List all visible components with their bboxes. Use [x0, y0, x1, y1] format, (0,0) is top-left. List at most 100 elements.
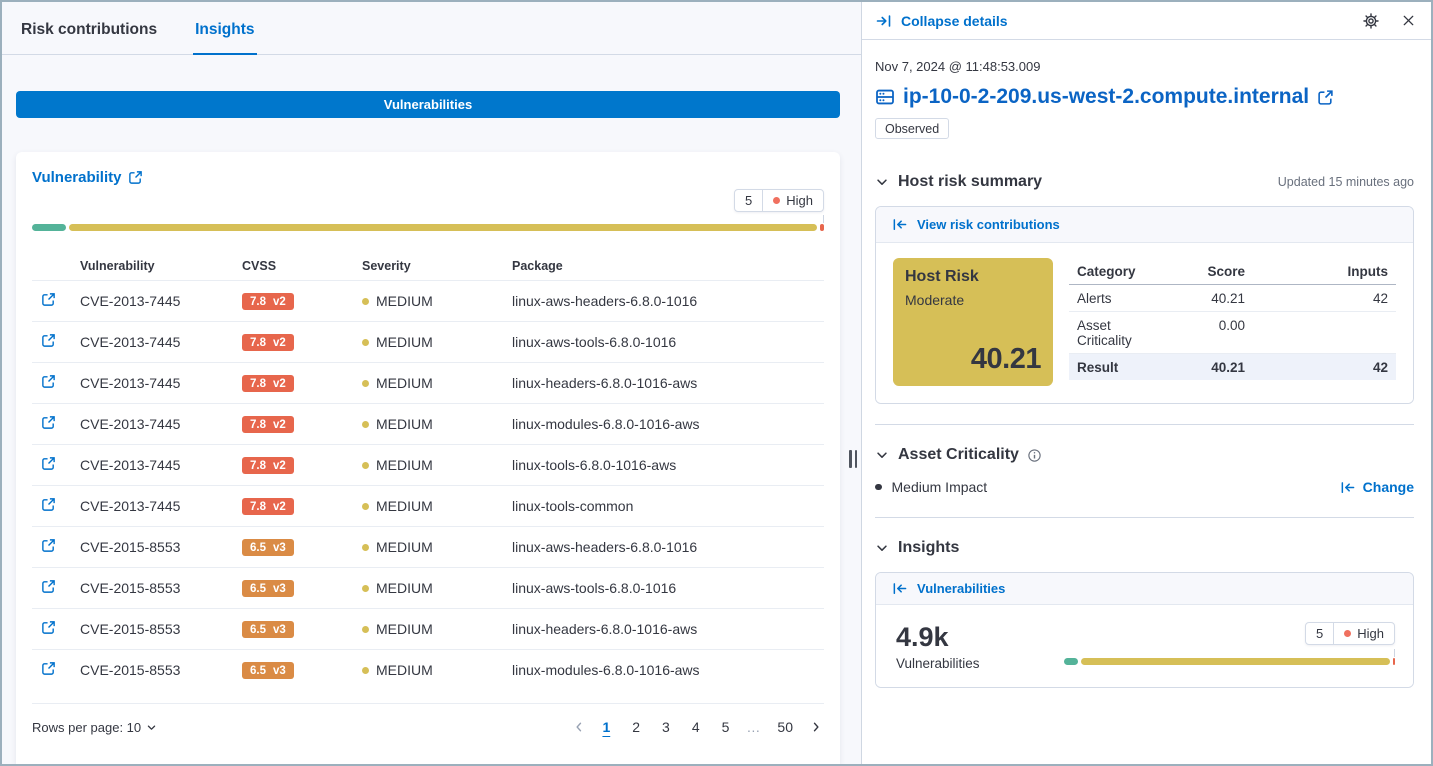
table-row: CVE-2013-7445 7.8 v2 MEDIUM linux-tools-… — [32, 485, 824, 526]
info-icon[interactable] — [1027, 448, 1042, 463]
section-divider — [875, 517, 1414, 518]
next-page-button[interactable] — [808, 721, 824, 733]
expand-left-icon — [892, 581, 907, 596]
package-name: linux-tools-6.8.0-1016-aws — [512, 457, 824, 473]
expand-left-icon — [892, 217, 907, 232]
view-risk-contributions-button[interactable]: View risk contributions — [876, 207, 1413, 243]
high-label: High — [1357, 626, 1384, 641]
host-risk-card-title: Host Risk — [905, 268, 1041, 286]
severity-segment-medium — [1081, 658, 1390, 665]
page-number[interactable]: 5 — [715, 717, 737, 737]
cvss-badge: 6.5 v3 — [242, 580, 294, 597]
left-pane: Risk contributions Insights Vulnerabilit… — [2, 2, 861, 764]
chevron-down-icon — [146, 722, 157, 733]
col-header-vulnerability: Vulnerability — [80, 259, 242, 273]
risk-col-category: Category — [1077, 264, 1157, 279]
vulnerabilities-banner-button[interactable]: Vulnerabilities — [16, 91, 840, 118]
host-risk-panel: View risk contributions Host Risk Modera… — [875, 206, 1414, 404]
expand-left-icon — [1340, 480, 1355, 495]
previous-page-button[interactable] — [571, 721, 587, 733]
pagination: 1 2 3 4 5 … 50 — [571, 717, 824, 737]
open-vulnerability-icon[interactable] — [41, 456, 56, 471]
vulnerability-card: Vulnerability 5 High — [16, 152, 840, 764]
package-name: linux-aws-tools-6.8.0-1016 — [512, 580, 824, 596]
table-row: CVE-2015-8553 6.5 v3 MEDIUM linux-header… — [32, 608, 824, 649]
open-vulnerability-icon[interactable] — [41, 292, 56, 307]
panel-resize-handle[interactable] — [849, 450, 857, 468]
cvss-badge: 6.5 v3 — [242, 539, 294, 556]
high-count: 5 — [1306, 623, 1334, 644]
insights-title: Insights — [898, 539, 959, 557]
open-vulnerability-icon[interactable] — [41, 661, 56, 676]
vulnerability-link[interactable]: Vulnerability — [32, 169, 121, 186]
severity-label: MEDIUM — [376, 457, 433, 473]
page-number[interactable]: 4 — [685, 717, 707, 737]
collapse-details-button[interactable]: Collapse details — [876, 13, 1008, 29]
host-risk-summary-title: Host risk summary — [898, 173, 1042, 191]
flyout-body: Nov 7, 2024 @ 11:48:53.009 ip-10-0-2-209… — [862, 40, 1431, 688]
collapse-details-label: Collapse details — [901, 13, 1008, 29]
close-icon[interactable] — [1401, 13, 1416, 28]
asset-criticality-row: Medium Impact Change — [875, 479, 1414, 495]
vulnerability-table: Vulnerability CVSS Severity Package CVE-… — [32, 252, 824, 690]
package-name: linux-aws-headers-6.8.0-1016 — [512, 293, 824, 309]
tab-insights[interactable]: Insights — [193, 7, 256, 55]
severity-label: MEDIUM — [376, 498, 433, 514]
page-number[interactable]: 1 — [595, 717, 617, 737]
change-label: Change — [1363, 479, 1414, 495]
page-number[interactable]: 2 — [625, 717, 647, 737]
severity-bar — [32, 224, 824, 231]
open-vulnerability-icon[interactable] — [41, 538, 56, 553]
page-number[interactable]: 50 — [770, 717, 800, 737]
high-label: High — [786, 193, 813, 208]
cve-id: CVE-2013-7445 — [80, 457, 242, 473]
settings-gear-icon[interactable] — [1363, 13, 1379, 29]
tabs-bar: Risk contributions Insights — [2, 2, 861, 55]
rows-per-page-selector[interactable]: Rows per page: 10 — [32, 720, 157, 735]
cve-id: CVE-2013-7445 — [80, 375, 242, 391]
app-window: Risk contributions Insights Vulnerabilit… — [0, 0, 1433, 766]
vulnerabilities-panel-button[interactable]: Vulnerabilities — [876, 573, 1413, 605]
vulnerabilities-count: 4.9k — [896, 622, 1064, 653]
host-icon — [875, 87, 895, 107]
open-vulnerability-icon[interactable] — [41, 620, 56, 635]
cve-id: CVE-2013-7445 — [80, 416, 242, 432]
medium-severity-dot-icon — [362, 585, 369, 592]
table-row: CVE-2013-7445 7.8 v2 MEDIUM linux-header… — [32, 362, 824, 403]
cvss-badge: 6.5 v3 — [242, 621, 294, 638]
col-header-severity: Severity — [362, 259, 512, 273]
open-vulnerability-icon[interactable] — [41, 579, 56, 594]
severity-label: MEDIUM — [376, 580, 433, 596]
col-header-package: Package — [512, 259, 824, 273]
tab-risk-contributions[interactable]: Risk contributions — [19, 7, 159, 55]
chevron-down-icon[interactable] — [875, 448, 889, 462]
table-row: CVE-2013-7445 7.8 v2 MEDIUM linux-module… — [32, 403, 824, 444]
risk-table-row: Alerts 40.21 42 — [1069, 285, 1396, 312]
pagination-ellipsis: … — [744, 717, 762, 737]
risk-table-row: Asset Criticality 0.00 — [1069, 312, 1396, 354]
risk-col-inputs: Inputs — [1245, 264, 1388, 279]
view-risk-contributions-label: View risk contributions — [917, 217, 1060, 232]
hostname: ip-10-0-2-209.us-west-2.compute.internal — [903, 85, 1309, 109]
severity-label: MEDIUM — [376, 539, 433, 555]
chevron-down-icon[interactable] — [875, 541, 889, 555]
vulnerabilities-count-label: Vulnerabilities — [896, 656, 1064, 671]
chevron-down-icon[interactable] — [875, 175, 889, 189]
page-number[interactable]: 3 — [655, 717, 677, 737]
change-criticality-button[interactable]: Change — [1340, 479, 1414, 495]
host-risk-summary-header: Host risk summary Updated 15 minutes ago — [875, 173, 1414, 191]
cvss-badge: 7.8 v2 — [242, 457, 294, 474]
details-flyout: Collapse details Nov 7, 2024 @ 11:48:53 — [861, 2, 1431, 764]
open-vulnerability-icon[interactable] — [41, 415, 56, 430]
host-title-link[interactable]: ip-10-0-2-209.us-west-2.compute.internal — [875, 85, 1414, 109]
open-vulnerability-icon[interactable] — [41, 497, 56, 512]
medium-severity-dot-icon — [362, 462, 369, 469]
severity-label: MEDIUM — [376, 621, 433, 637]
rows-per-page-label: Rows per page: 10 — [32, 720, 141, 735]
external-link-icon[interactable] — [128, 170, 143, 185]
external-link-icon[interactable] — [1317, 89, 1334, 106]
package-name: linux-aws-tools-6.8.0-1016 — [512, 334, 824, 350]
open-vulnerability-icon[interactable] — [41, 374, 56, 389]
open-vulnerability-icon[interactable] — [41, 333, 56, 348]
severity-segment-low — [32, 224, 66, 231]
